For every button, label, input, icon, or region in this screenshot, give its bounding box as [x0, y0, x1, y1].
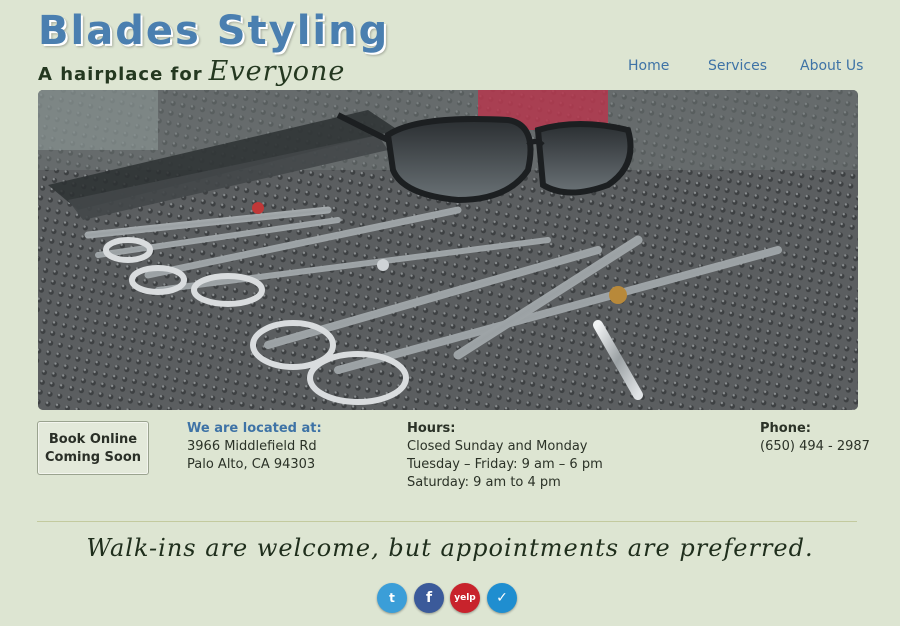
hours-line-saturday: Saturday: 9 am to 4 pm: [407, 475, 561, 490]
nav-link-home[interactable]: Home: [628, 58, 669, 74]
hours-heading: Hours:: [407, 421, 456, 436]
section-divider: [37, 521, 857, 522]
address-street: 3966 Middlefield Rd: [187, 439, 317, 454]
hours-block: Hours: Closed Sunday and Monday Tuesday …: [407, 420, 603, 492]
location-block: We are located at: 3966 Middlefield Rd P…: [187, 420, 322, 474]
twitter-icon[interactable]: t: [377, 583, 407, 613]
site-title[interactable]: Blades Styling: [38, 8, 389, 54]
nav-link-services[interactable]: Services: [708, 58, 767, 74]
hours-line-weekday: Tuesday – Friday: 9 am – 6 pm: [407, 457, 603, 472]
hero-image: [38, 90, 858, 410]
foursquare-icon[interactable]: ✓: [487, 583, 517, 613]
address-city: Palo Alto, CA 94303: [187, 457, 316, 472]
phone-heading: Phone:: [760, 421, 811, 436]
salon-tools-photo-icon: [38, 90, 858, 410]
walk-ins-motto: Walk-ins are welcome, but appointments a…: [86, 534, 814, 562]
book-online-button[interactable]: Book Online Coming Soon: [37, 421, 149, 475]
phone-number[interactable]: (650) 494 - 2987: [760, 438, 870, 456]
location-heading: We are located at:: [187, 421, 322, 436]
hours-line-closed: Closed Sunday and Monday: [407, 439, 588, 454]
phone-block: Phone: (650) 494 - 2987: [760, 420, 870, 456]
main-nav: Home Services About Us: [0, 58, 900, 78]
site-header: Blades Styling A hairplace for Everyone H…: [0, 0, 900, 90]
yelp-icon[interactable]: yelp: [450, 583, 480, 613]
nav-link-about-us[interactable]: About Us: [800, 58, 863, 74]
coming-soon-label: Coming Soon: [44, 450, 142, 465]
book-online-label: Book Online: [48, 432, 138, 447]
facebook-icon[interactable]: f: [414, 583, 444, 613]
